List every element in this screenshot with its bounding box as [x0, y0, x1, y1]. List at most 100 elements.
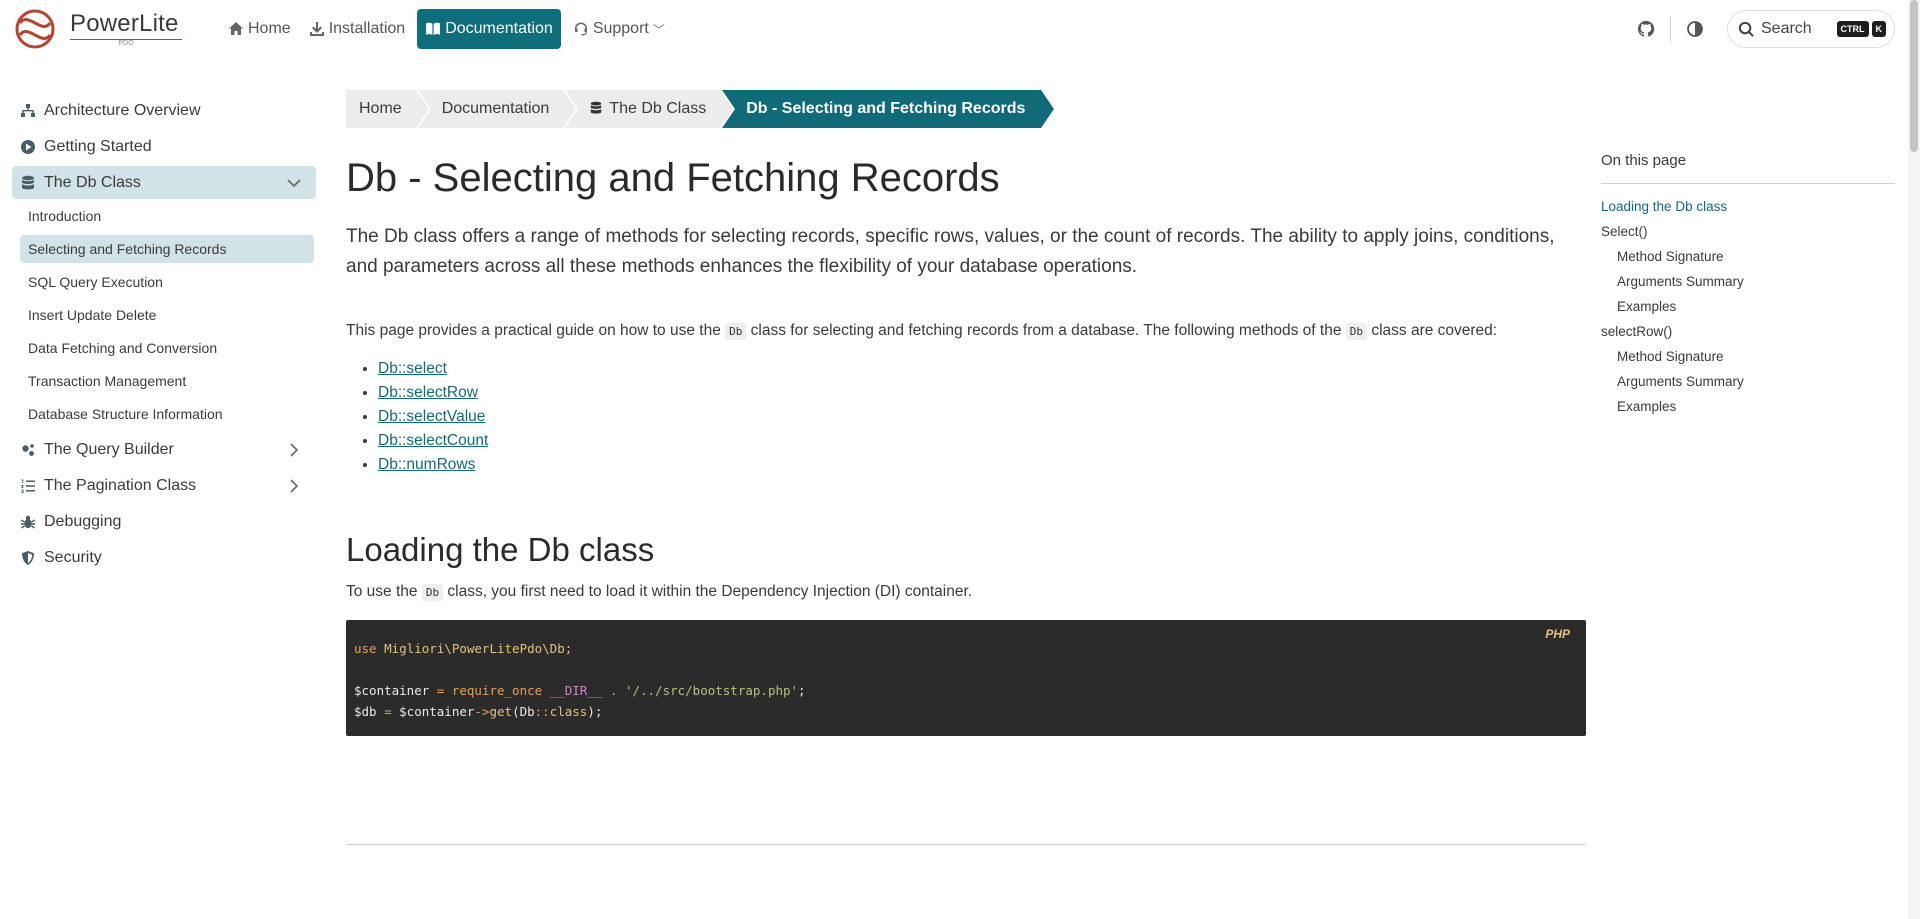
- link-db-select[interactable]: Db::select: [378, 360, 447, 377]
- sidebar-item-label: The Query Builder: [44, 440, 174, 458]
- nav-installation[interactable]: Installation: [303, 9, 412, 49]
- gears-icon: [22, 443, 34, 456]
- sidebar-item-debugging[interactable]: Debugging: [12, 505, 316, 538]
- breadcrumb-db-class[interactable]: The Db Class: [565, 90, 736, 128]
- code-token: $db: [354, 704, 377, 719]
- lead-paragraph: The Db class offers a range of methods f…: [346, 226, 1555, 277]
- inline-code: Db: [725, 323, 747, 340]
- list-item: Db::selectCount: [378, 429, 1586, 453]
- sidebar-item-label: The Db Class: [44, 173, 141, 191]
- chevron-down-icon: [287, 179, 301, 188]
- sidebar-item-architecture-overview[interactable]: Architecture Overview: [12, 94, 316, 127]
- link-db-selectvalue[interactable]: Db::selectValue: [378, 408, 485, 425]
- search-button[interactable]: Search CTRL K: [1727, 10, 1895, 48]
- sidebar-item-query-builder[interactable]: The Query Builder: [12, 433, 316, 466]
- chevron-right-icon: [290, 479, 299, 493]
- code-token: );: [587, 704, 603, 719]
- code-language-label: PHP: [1545, 627, 1570, 641]
- scrollbar-thumb[interactable]: [1910, 0, 1918, 152]
- nav-documentation[interactable]: Documentation: [417, 9, 561, 49]
- code-token: =: [429, 683, 452, 698]
- sidebar-subitem-transaction-management[interactable]: Transaction Management: [20, 367, 314, 395]
- toc-item-selectrow[interactable]: selectRow(): [1601, 319, 1895, 344]
- theme-toggle[interactable]: [1684, 18, 1706, 40]
- headset-icon: [574, 22, 587, 36]
- inline-code: Db: [1345, 323, 1368, 340]
- contrast-icon: [1687, 21, 1703, 37]
- bug-icon: [20, 515, 36, 529]
- sidebar-subitem-selecting-fetching[interactable]: Selecting and Fetching Records: [20, 235, 314, 263]
- code-token: $container: [354, 683, 430, 698]
- code-token: require_once: [451, 683, 543, 698]
- sidebar-item-getting-started[interactable]: Getting Started: [12, 130, 316, 163]
- nav-installation-label: Installation: [328, 20, 406, 37]
- top-navbar: PowerLite PDO Home Installation Document…: [0, 0, 1920, 56]
- toc-item-method-signature[interactable]: Method Signature: [1601, 344, 1895, 369]
- section-text-start: To use the: [346, 583, 422, 600]
- code-token: get: [489, 704, 513, 719]
- db-class-submenu: Introduction Selecting and Fetching Reco…: [20, 202, 316, 428]
- sidebar-subitem-database-structure[interactable]: Database Structure Information: [20, 400, 314, 428]
- header-tools: Search CTRL K: [1622, 10, 1895, 48]
- code-token: .: [609, 683, 625, 698]
- nav-home[interactable]: Home: [222, 9, 297, 49]
- code-token: class: [549, 704, 588, 719]
- search-label: Search: [1761, 20, 1812, 37]
- github-link[interactable]: [1635, 18, 1657, 40]
- download-icon: [309, 22, 324, 36]
- sidebar-subitem-data-fetching-conversion[interactable]: Data Fetching and Conversion: [20, 334, 314, 362]
- powerlite-logo-icon: [15, 9, 55, 49]
- brand-name: PowerLite: [70, 9, 179, 37]
- toc-title: On this page: [1601, 152, 1895, 184]
- toc-item-examples[interactable]: Examples: [1601, 394, 1895, 419]
- list-item: Db::selectRow: [378, 381, 1586, 405]
- code-block[interactable]: PHP use Migliori\PowerLitePdo\Db; $conta…: [346, 620, 1586, 736]
- toc-item-examples[interactable]: Examples: [1601, 294, 1895, 319]
- github-icon: [1637, 20, 1655, 37]
- table-of-contents: On this page Loading the Db class Select…: [1601, 152, 1895, 419]
- sitemap-icon: [21, 103, 35, 117]
- sidebar-item-security[interactable]: Security: [12, 541, 316, 574]
- code-token: '/../src/bootstrap.php': [624, 683, 799, 698]
- toc-item-arguments-summary[interactable]: Arguments Summary: [1601, 269, 1895, 294]
- nav-home-label: Home: [248, 20, 291, 37]
- section-paragraph: To use the Db class, you first need to l…: [346, 581, 1586, 604]
- sidebar-item-label: The Pagination Class: [44, 476, 197, 494]
- sidebar-item-label: Getting Started: [44, 137, 152, 155]
- link-db-selectrow[interactable]: Db::selectRow: [378, 384, 478, 401]
- nav-support[interactable]: Support ﹀: [567, 9, 671, 49]
- intro-text-start: This page provides a practical guide on …: [346, 322, 726, 339]
- toc-item-arguments-summary[interactable]: Arguments Summary: [1601, 369, 1895, 394]
- link-db-numrows[interactable]: Db::numRows: [378, 456, 475, 473]
- toc-item-method-signature[interactable]: Method Signature: [1601, 244, 1895, 269]
- toc-item-select[interactable]: Select(): [1601, 219, 1895, 244]
- intro-text-end: class are covered:: [1367, 322, 1498, 339]
- chevron-right-icon: [290, 443, 299, 457]
- sidebar-subitem-insert-update-delete[interactable]: Insert Update Delete: [20, 301, 314, 329]
- code-token: use: [354, 641, 377, 656]
- breadcrumb-label: Documentation: [441, 100, 550, 117]
- section-text-end: class, you first need to load it within …: [443, 583, 973, 600]
- shield-icon: [22, 550, 34, 565]
- sidebar-item-pagination-class[interactable]: The Pagination Class: [12, 469, 316, 502]
- breadcrumb-documentation[interactable]: Documentation: [417, 90, 578, 128]
- brand-logo[interactable]: PowerLite PDO: [14, 6, 194, 52]
- breadcrumb-home[interactable]: Home: [346, 90, 431, 128]
- intro-text-middle: class for selecting and fetching records…: [746, 322, 1346, 339]
- list-item: Db::selectValue: [378, 405, 1586, 429]
- breadcrumb-current-page: Db - Selecting and Fetching Records: [722, 90, 1057, 128]
- shortcut-k-key: K: [1871, 21, 1886, 37]
- sidebar-subitem-sql-query-execution[interactable]: SQL Query Execution: [20, 268, 314, 296]
- page-scrollbar[interactable]: [1908, 0, 1920, 919]
- sidebar-subitem-introduction[interactable]: Introduction: [20, 202, 314, 230]
- link-db-selectcount[interactable]: Db::selectCount: [378, 432, 488, 449]
- code-token: (Db: [512, 704, 535, 719]
- main-content: Db - Selecting and Fetching Records The …: [346, 150, 1586, 736]
- code-token: ::: [534, 704, 550, 719]
- list-item: Db::numRows: [378, 453, 1586, 477]
- breadcrumb-label: The Db Class: [609, 100, 707, 117]
- sidebar-item-db-class[interactable]: The Db Class: [12, 166, 316, 199]
- sidebar-item-label: Debugging: [44, 512, 122, 530]
- toc-item-loading-db-class[interactable]: Loading the Db class: [1601, 194, 1895, 219]
